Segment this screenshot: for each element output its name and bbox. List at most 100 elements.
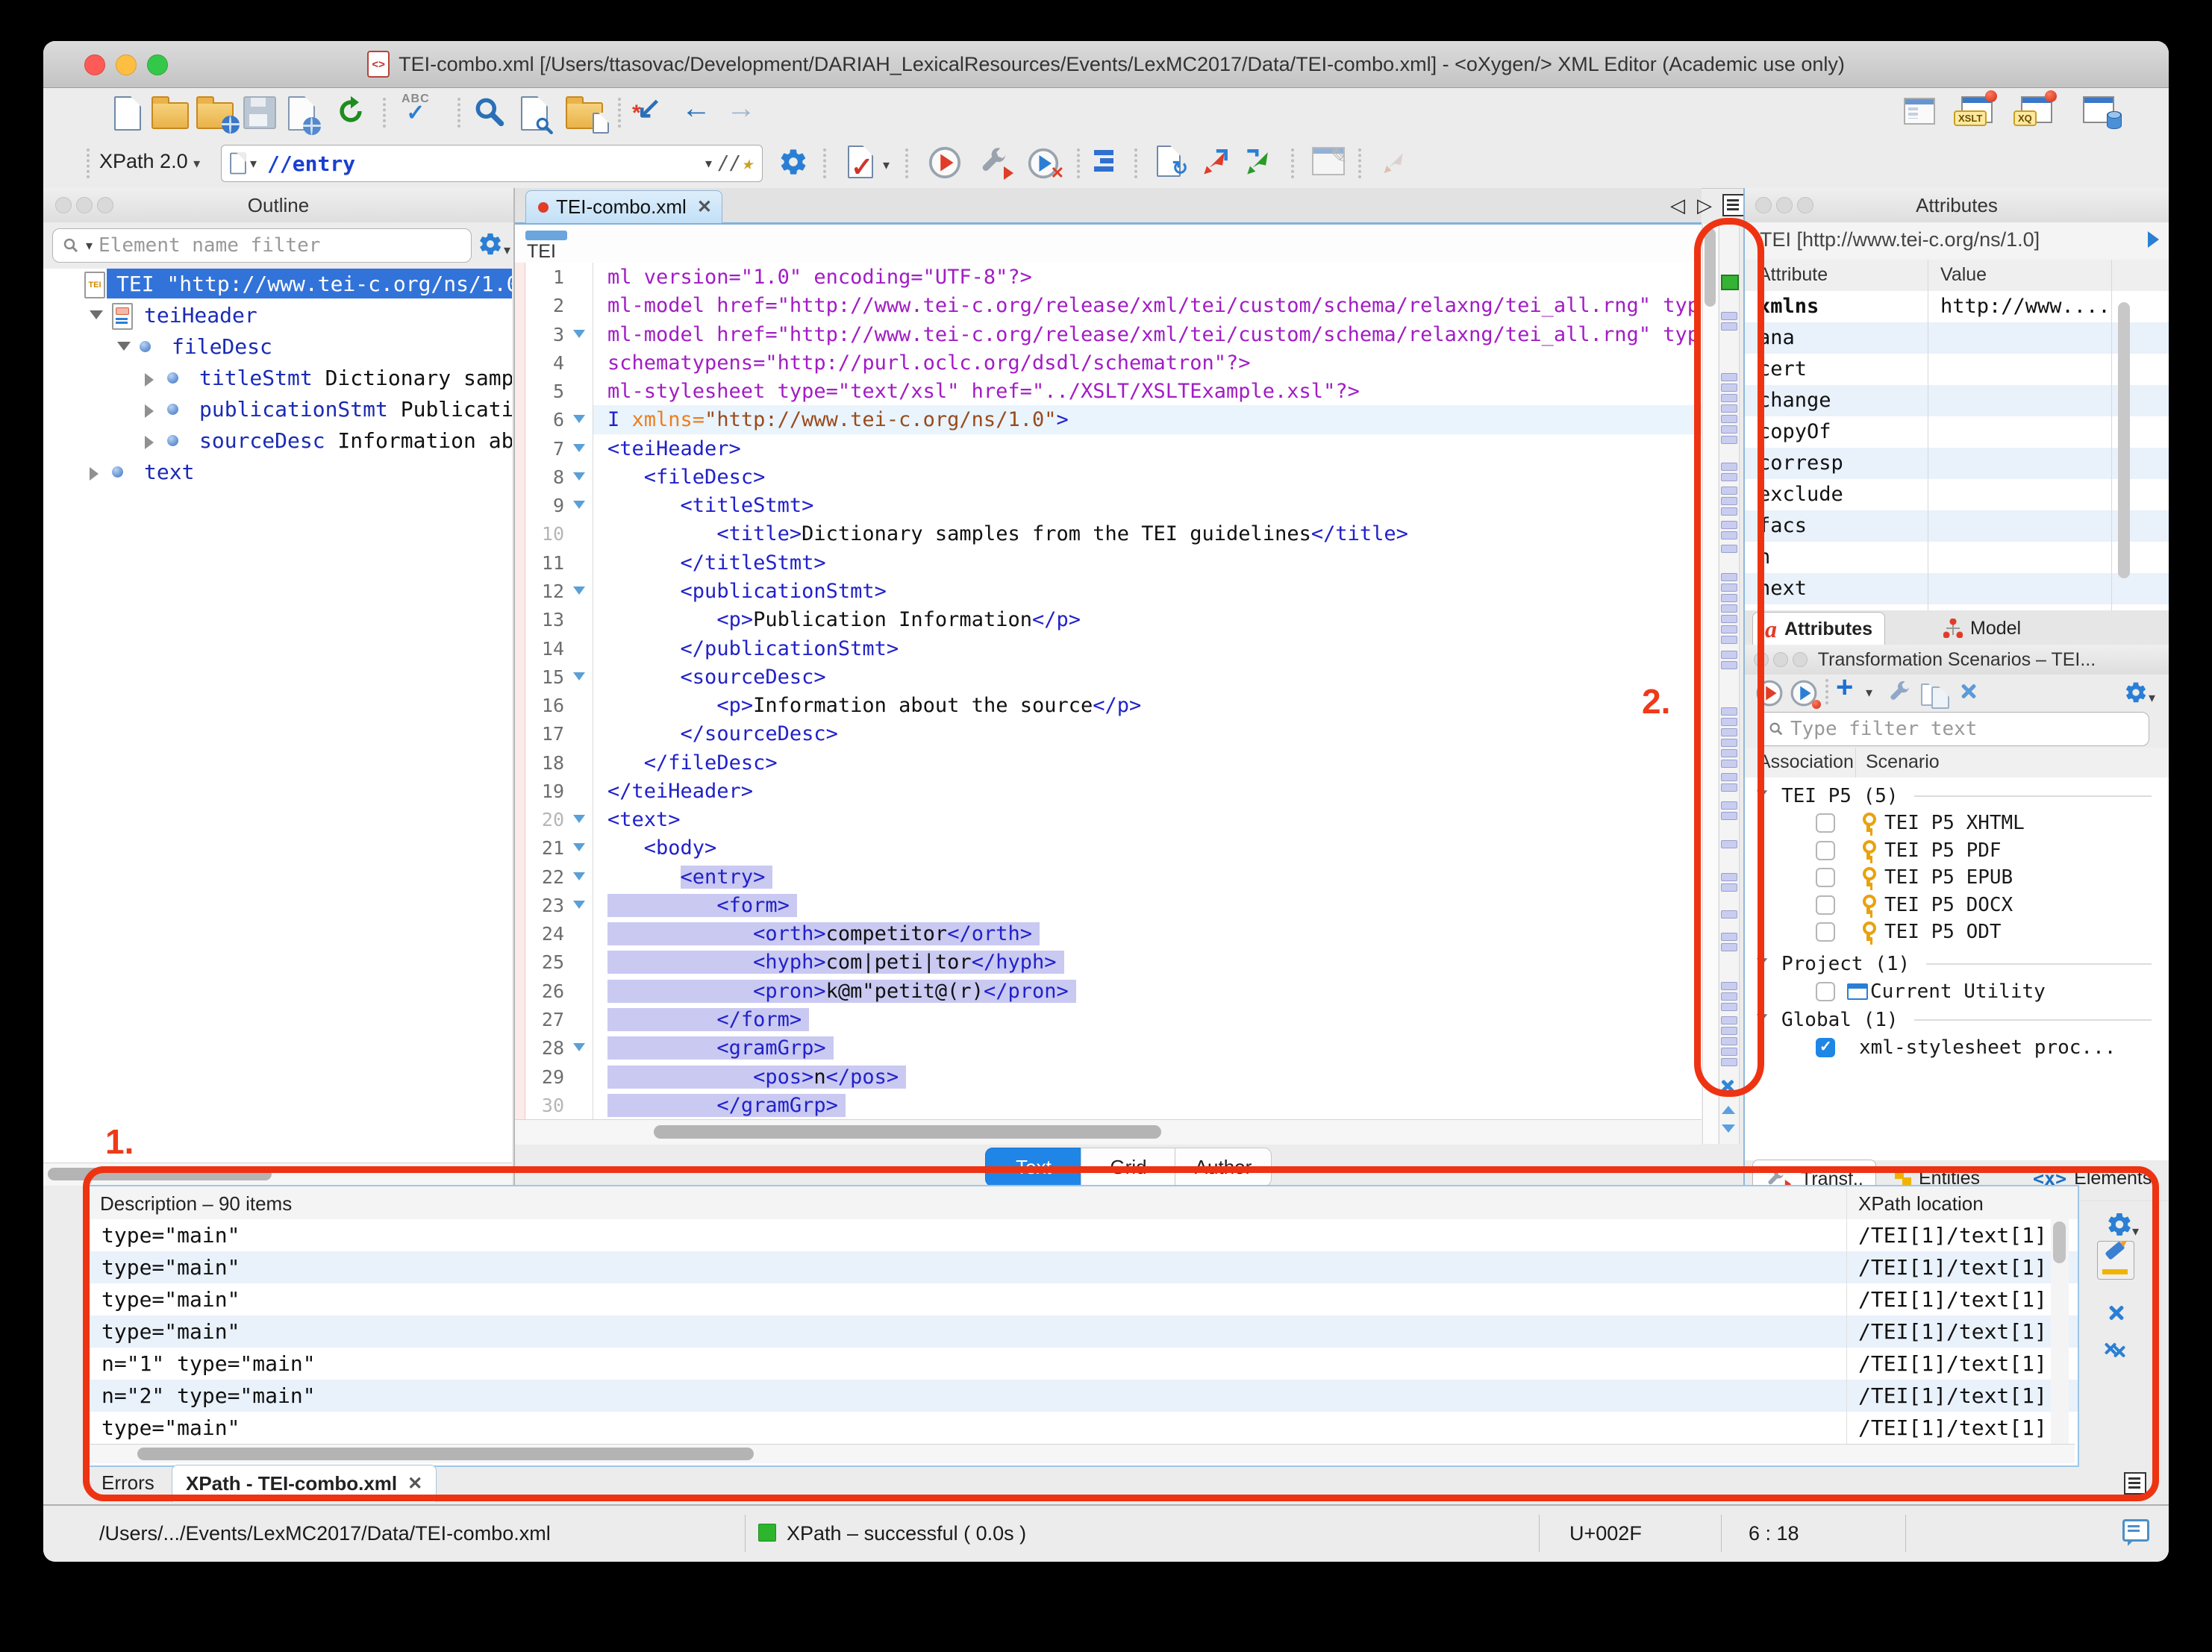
reload-button[interactable] xyxy=(334,95,367,128)
scenario-item[interactable]: TEI P5 EPUB xyxy=(1745,865,2169,890)
highlight-results-button[interactable] xyxy=(2097,1241,2134,1280)
fold-icon[interactable] xyxy=(573,1043,585,1051)
outline-item[interactable]: titleStmt Dictionary samples from the TE… xyxy=(43,363,512,394)
code-line[interactable]: 2ml-model href="http://www.tei-c.org/rel… xyxy=(515,291,1702,320)
fold-icon[interactable] xyxy=(573,672,585,680)
layout-button[interactable] xyxy=(1904,98,1935,125)
attribute-row[interactable]: facs xyxy=(1745,510,2169,542)
open-url-button[interactable] xyxy=(196,95,234,129)
expand-icon[interactable] xyxy=(145,373,154,387)
find-in-files-button[interactable] xyxy=(521,96,548,131)
refresh-document-button[interactable]: ↻ xyxy=(1157,146,1181,177)
find-replace-in-files-button[interactable] xyxy=(566,95,603,129)
expand-icon[interactable] xyxy=(90,467,99,481)
scenario-checkbox[interactable] xyxy=(1816,895,1835,915)
zoom-window-button[interactable] xyxy=(147,54,168,75)
outline-item[interactable]: text xyxy=(43,457,512,488)
scenario-item[interactable]: TEI P5 ODT xyxy=(1745,919,2169,945)
xpath-history-icon[interactable]: //★ xyxy=(718,152,753,175)
code-line[interactable]: 11 </titleStmt> xyxy=(515,548,1702,578)
code-line[interactable]: 5ml-stylesheet type="text/xsl" href="../… xyxy=(515,377,1702,406)
result-row[interactable]: type="main"/TEI[1]/text[1]/bo xyxy=(88,1251,2078,1283)
fold-icon[interactable] xyxy=(573,815,585,823)
xpath-engine-selector[interactable]: XPath 2.0 ▾ xyxy=(99,150,200,173)
code-line[interactable]: 19</teiHeader> xyxy=(515,777,1702,806)
close-window-button[interactable] xyxy=(84,54,105,75)
collapse-icon[interactable] xyxy=(90,310,103,319)
code-line[interactable]: 7<teiHeader> xyxy=(515,434,1702,463)
results-settings-button[interactable]: ▾ xyxy=(2106,1211,2133,1238)
fold-icon[interactable] xyxy=(573,586,585,595)
code-line[interactable]: 22 <entry> xyxy=(515,863,1702,892)
code-line[interactable]: 6I xmlns="http://www.tei-c.org/ns/1.0"> xyxy=(515,405,1702,434)
configure-transformation-button[interactable] xyxy=(978,147,1009,178)
code-line[interactable]: 4schematypens="http://purl.oclc.org/dsdl… xyxy=(515,348,1702,378)
fold-icon[interactable] xyxy=(573,501,585,509)
xpath-settings-button[interactable] xyxy=(778,147,808,177)
fold-icon[interactable] xyxy=(573,330,585,338)
expand-icon[interactable] xyxy=(145,436,154,449)
code-line[interactable]: 15 <sourceDesc> xyxy=(515,663,1702,692)
result-row[interactable]: n="1" type="main"/TEI[1]/text[1]/bo xyxy=(88,1348,2078,1380)
overview-ruler[interactable] xyxy=(1719,224,1740,1144)
scenario-checkbox[interactable] xyxy=(1816,1038,1835,1057)
editor-vscrollbar[interactable] xyxy=(1702,224,1718,1144)
breadcrumb-chip[interactable] xyxy=(525,231,567,240)
fold-icon[interactable] xyxy=(573,901,585,909)
outline-item[interactable]: sourceDesc Information about the source xyxy=(43,425,512,457)
breadcrumb-label[interactable]: TEI xyxy=(527,241,556,263)
attribute-row[interactable]: copyOf xyxy=(1745,416,2169,448)
expand-icon[interactable] xyxy=(145,404,154,418)
collapse-icon[interactable] xyxy=(1757,958,1767,966)
fold-icon[interactable] xyxy=(573,872,585,880)
edit-annotations-button[interactable]: ✎ xyxy=(1312,147,1345,175)
debug-scenario-button[interactable]: ✕ xyxy=(1027,147,1060,180)
outline-item[interactable]: TEITEI "http://www.tei-c.org/ns/1.0" xyxy=(43,269,512,300)
clear-result-button[interactable] xyxy=(2108,1304,2125,1321)
prev-editor-icon[interactable]: ◁ xyxy=(1670,194,1685,217)
code-line[interactable]: 8 <fileDesc> xyxy=(515,463,1702,492)
view-tab-grid[interactable]: Grid xyxy=(1081,1148,1176,1186)
save-to-url-button[interactable] xyxy=(288,96,315,131)
apply-transformation-button[interactable] xyxy=(928,146,962,180)
apply-scenario-button[interactable] xyxy=(1755,679,1784,707)
results-hscrollbar[interactable] xyxy=(88,1444,2075,1463)
database-perspective-button[interactable] xyxy=(2083,96,2114,123)
close-tab-icon[interactable]: ✕ xyxy=(697,196,712,218)
code-line[interactable]: 21 <body> xyxy=(515,833,1702,863)
tab-attributes[interactable]: a Attributes xyxy=(1752,612,1885,645)
debug-scenario-button2[interactable] xyxy=(1790,679,1818,707)
minimize-window-button[interactable] xyxy=(116,54,137,75)
pin-disabled-button[interactable] xyxy=(1379,147,1409,177)
attribute-row[interactable]: cert xyxy=(1745,354,2169,385)
fold-icon[interactable] xyxy=(573,444,585,452)
scenario-checkbox[interactable] xyxy=(1816,982,1835,1001)
code-line[interactable]: 13 <p>Publication Information</p> xyxy=(515,605,1702,634)
tab-errors[interactable]: Errors xyxy=(88,1465,168,1501)
bottom-list-icon[interactable] xyxy=(2124,1472,2146,1495)
scenario-item[interactable]: TEI P5 XHTML xyxy=(1745,810,2169,836)
attribute-row[interactable]: n xyxy=(1745,542,2169,573)
duplicate-scenario-button[interactable] xyxy=(1921,680,1949,709)
previous-highlight-icon[interactable] xyxy=(1722,1106,1735,1114)
attribute-row[interactable]: ana xyxy=(1745,322,2169,354)
fold-icon[interactable] xyxy=(573,472,585,481)
pin-next-change-button[interactable] xyxy=(1199,146,1231,178)
editor-tab[interactable]: TEI-combo.xml ✕ xyxy=(525,190,722,223)
attribute-row[interactable]: prev xyxy=(1745,604,2169,610)
scenario-item[interactable]: Current Utility xyxy=(1745,979,2169,1004)
xquery-debugger-button[interactable]: XQ xyxy=(2021,96,2052,123)
result-row[interactable]: type="main"/TEI[1]/text[1]/bo xyxy=(88,1283,2078,1315)
code-line[interactable]: 18 </fileDesc> xyxy=(515,748,1702,777)
result-row[interactable]: type="main"/TEI[1]/text[1]/bo xyxy=(88,1315,2078,1348)
result-row[interactable]: n="2" type="main"/TEI[1]/text[1]/bo xyxy=(88,1380,2078,1412)
code-line[interactable]: 12 <publicationStmt> xyxy=(515,577,1702,606)
scenario-checkbox[interactable] xyxy=(1816,841,1835,860)
attribute-row[interactable]: next xyxy=(1745,573,2169,604)
attribute-row[interactable]: xmlnshttp://www.... xyxy=(1745,291,2169,322)
delete-scenario-button[interactable] xyxy=(1960,682,1978,700)
results-vscrollbar[interactable] xyxy=(2051,1219,2069,1444)
xslt-debugger-button[interactable]: XSLT xyxy=(1961,96,1993,123)
scenario-item[interactable]: TEI P5 PDF xyxy=(1745,838,2169,863)
scenario-checkbox[interactable] xyxy=(1816,922,1835,942)
